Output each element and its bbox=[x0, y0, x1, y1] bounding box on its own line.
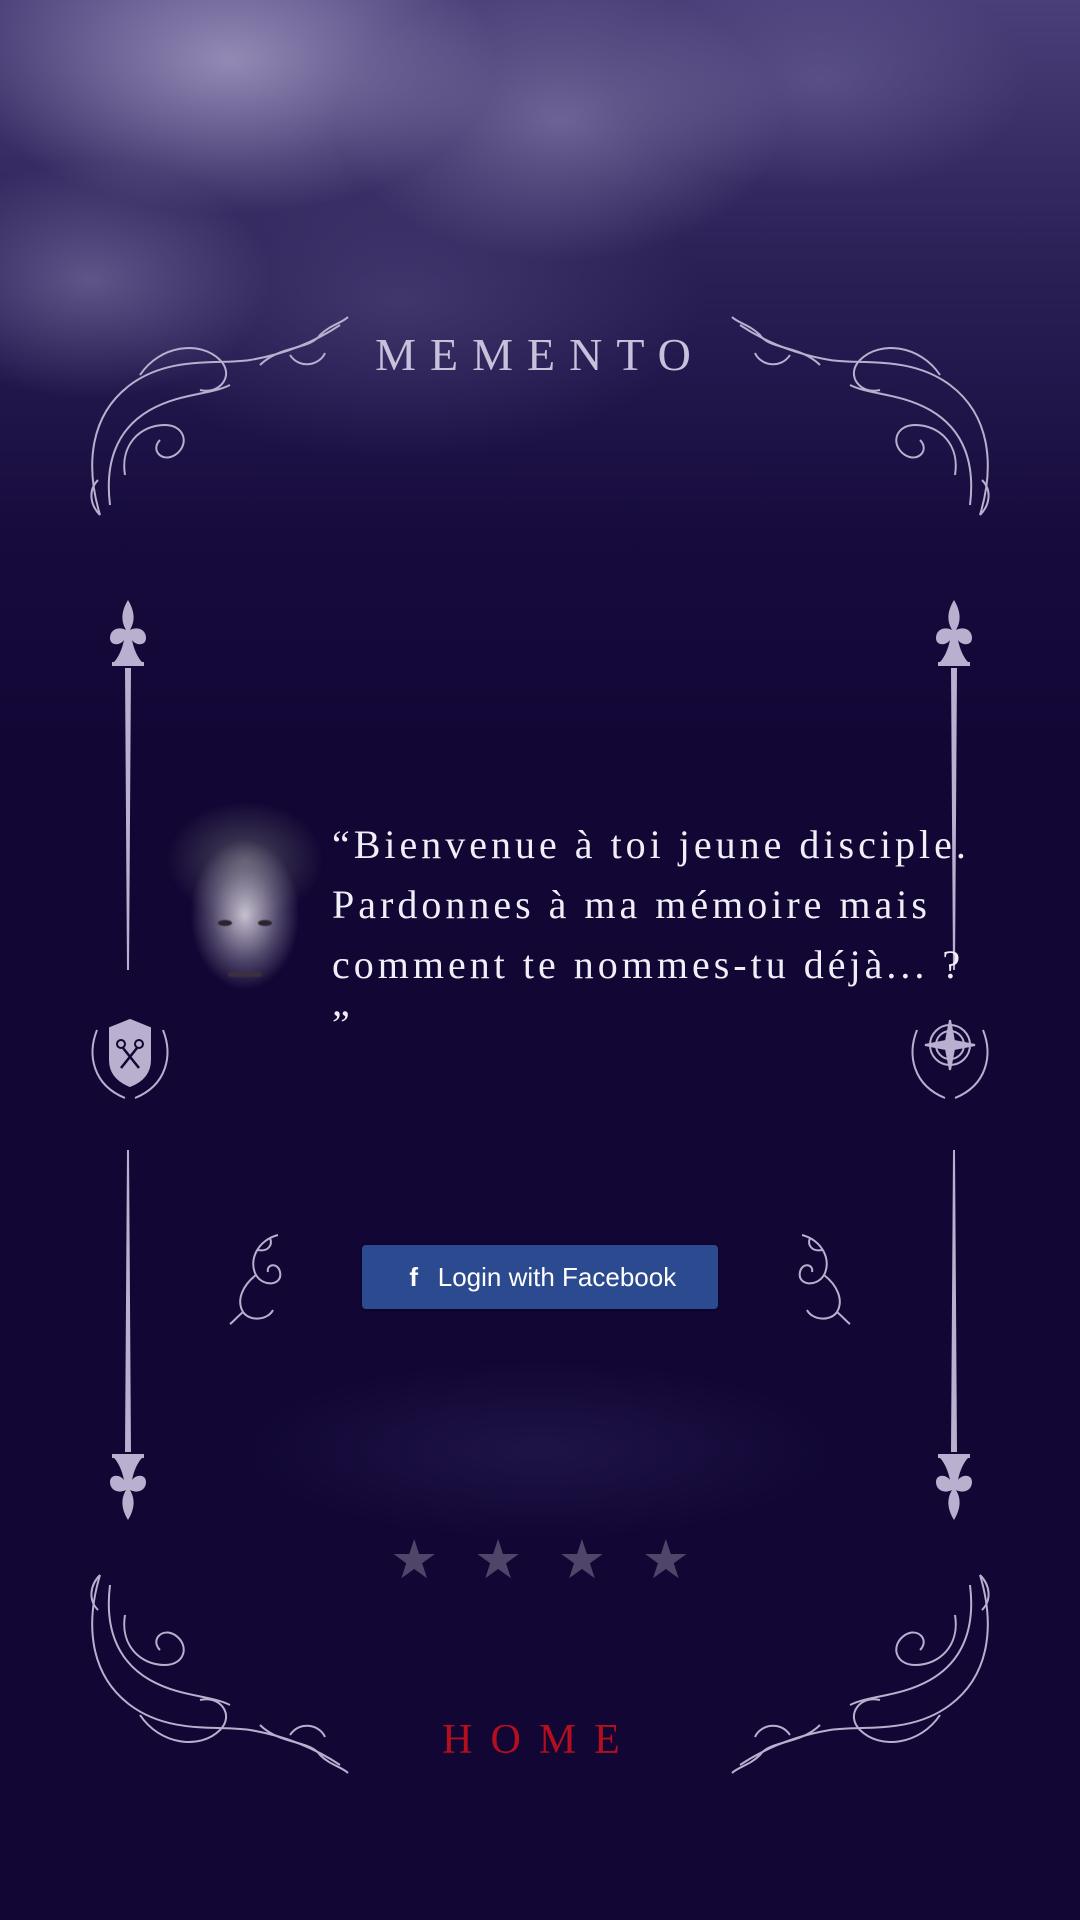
top-left-corner-ornament bbox=[80, 315, 350, 530]
brand-title: MEMENTO bbox=[375, 329, 705, 380]
star-icon: ★ bbox=[390, 1528, 439, 1591]
right-lower-fleur-rod bbox=[930, 1150, 978, 1520]
star-icon: ★ bbox=[473, 1528, 523, 1591]
bottom-left-corner-ornament bbox=[80, 1560, 350, 1775]
star-icon: ★ bbox=[557, 1528, 607, 1591]
top-right-corner-ornament bbox=[730, 315, 1000, 530]
left-lower-fleur-rod bbox=[104, 1150, 152, 1520]
left-upper-fleur-rod bbox=[104, 600, 152, 970]
faint-background-glow bbox=[240, 1360, 840, 1540]
home-link[interactable]: HOME bbox=[390, 1710, 690, 1770]
character-dialogue-text: “Bienvenue à toi jeune disciple. Pardonn… bbox=[332, 822, 970, 1047]
crossed-keys-crest-icon bbox=[85, 1010, 175, 1105]
bottom-right-corner-ornament bbox=[730, 1560, 1000, 1775]
left-flourish bbox=[228, 1230, 290, 1325]
star-icon: ★ bbox=[641, 1528, 690, 1591]
login-with-facebook-button[interactable]: f Login with Facebook bbox=[362, 1245, 718, 1309]
facebook-icon: f bbox=[409, 1261, 419, 1292]
facebook-button-label: Login with Facebook bbox=[437, 1261, 677, 1292]
character-portrait bbox=[150, 790, 340, 1050]
right-flourish bbox=[790, 1230, 852, 1325]
star-rating: ★ ★ ★ ★ bbox=[390, 1530, 690, 1590]
